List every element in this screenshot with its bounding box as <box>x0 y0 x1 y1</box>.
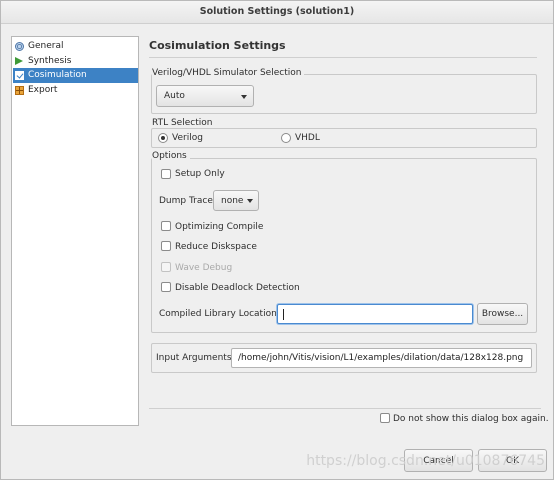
nav-item-synthesis[interactable]: Synthesis <box>13 54 138 69</box>
disable-deadlock-checkbox[interactable] <box>161 282 171 292</box>
text-cursor <box>283 309 284 320</box>
verilog-radio[interactable] <box>158 133 168 143</box>
rtl-group-label: RTL Selection <box>152 118 216 128</box>
reduce-diskspace-label[interactable]: Reduce Diskspace <box>175 242 257 252</box>
setup-only-checkbox[interactable] <box>161 169 171 179</box>
title-separator <box>149 57 537 58</box>
verilog-radio-label[interactable]: Verilog <box>172 133 203 143</box>
wave-debug-checkbox <box>161 262 171 272</box>
simulator-dropdown[interactable]: Auto <box>156 85 254 107</box>
simulator-selected-value: Auto <box>164 91 185 101</box>
chevron-down-icon <box>247 199 253 203</box>
dont-show-label[interactable]: Do not show this dialog box again. <box>393 414 549 424</box>
disable-deadlock-label[interactable]: Disable Deadlock Detection <box>175 283 300 293</box>
title-bar[interactable]: Solution Settings (solution1) <box>1 1 553 24</box>
settings-nav-tree: General Synthesis Cosimulation Export <box>11 36 139 426</box>
input-arguments-field[interactable]: /home/john/Vitis/vision/L1/examples/dila… <box>231 348 532 368</box>
nav-item-label: Export <box>28 85 58 95</box>
optimizing-compile-label[interactable]: Optimizing Compile <box>175 222 263 232</box>
general-icon <box>15 42 24 51</box>
nav-item-cosimulation[interactable]: Cosimulation <box>13 68 138 83</box>
nav-item-general[interactable]: General <box>13 39 138 54</box>
footer-separator <box>149 408 541 409</box>
wave-debug-label: Wave Debug <box>175 263 233 273</box>
input-arguments-label: Input Arguments <box>156 353 232 363</box>
nav-item-label: Cosimulation <box>28 70 87 80</box>
compiled-library-input[interactable] <box>277 304 473 324</box>
vhdl-radio[interactable] <box>281 133 291 143</box>
browse-button[interactable]: Browse... <box>477 303 528 325</box>
window-title: Solution Settings (solution1) <box>199 6 355 17</box>
play-icon <box>15 57 23 65</box>
setup-only-label[interactable]: Setup Only <box>175 169 225 179</box>
checkbox-icon <box>15 71 24 80</box>
optimizing-compile-checkbox[interactable] <box>161 221 171 231</box>
dialog-window: Solution Settings (solution1) General Sy… <box>0 0 554 480</box>
reduce-diskspace-checkbox[interactable] <box>161 241 171 251</box>
nav-item-label: Synthesis <box>28 56 72 66</box>
rtl-group <box>151 128 537 148</box>
options-group-label: Options <box>152 151 190 161</box>
vhdl-radio-label[interactable]: VHDL <box>295 133 320 143</box>
page-title: Cosimulation Settings <box>149 39 286 52</box>
nav-item-export[interactable]: Export <box>13 83 138 98</box>
nav-item-label: General <box>28 41 64 51</box>
export-icon <box>15 86 24 95</box>
dump-trace-label: Dump Trace <box>159 196 213 206</box>
simulator-group-label: Verilog/VHDL Simulator Selection <box>152 68 305 78</box>
dont-show-checkbox[interactable] <box>380 413 390 423</box>
chevron-down-icon <box>241 95 247 99</box>
input-arguments-value: /home/john/Vitis/vision/L1/examples/dila… <box>238 353 524 363</box>
compiled-library-label: Compiled Library Location <box>159 309 277 319</box>
watermark-text: https://blog.csdn.net/u010876745 <box>306 453 545 469</box>
dump-trace-dropdown[interactable]: none <box>213 190 259 211</box>
dump-trace-value: none <box>221 195 244 206</box>
browse-button-label: Browse... <box>481 309 524 319</box>
